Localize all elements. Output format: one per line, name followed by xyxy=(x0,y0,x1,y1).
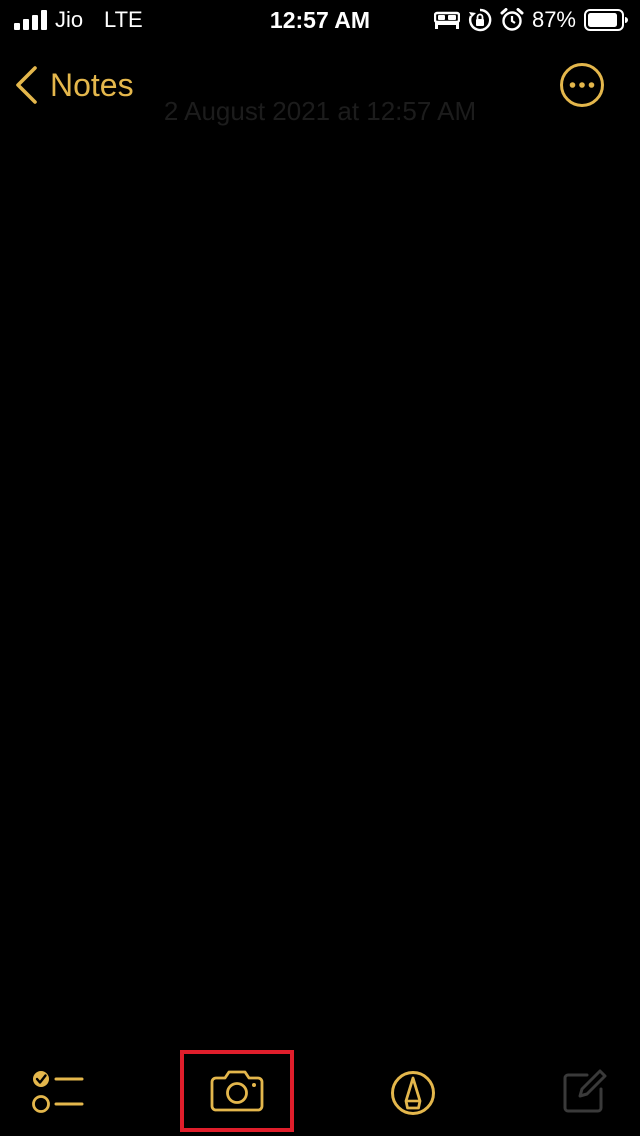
markup-button[interactable] xyxy=(382,1062,444,1124)
note-body-editor[interactable] xyxy=(0,130,640,1030)
note-date: 2 August 2021 at 12:57 AM xyxy=(163,96,477,126)
bed-icon xyxy=(433,11,460,29)
status-right-group: 87% xyxy=(433,6,628,34)
battery-icon xyxy=(584,9,628,31)
checklist-button[interactable] xyxy=(26,1060,90,1124)
checklist-icon xyxy=(32,1071,84,1113)
orientation-lock-icon xyxy=(468,8,492,32)
status-bar: Jio LTE 12:57 AM 87% xyxy=(0,0,640,40)
compose-button[interactable] xyxy=(556,1064,612,1120)
compose-icon xyxy=(563,1069,607,1113)
alarm-icon xyxy=(500,8,524,31)
camera-button[interactable] xyxy=(180,1050,294,1132)
markup-pen-icon xyxy=(391,1071,435,1115)
battery-percent: 87% xyxy=(531,7,576,32)
camera-icon xyxy=(210,1070,264,1112)
bottom-toolbar xyxy=(0,1040,640,1136)
